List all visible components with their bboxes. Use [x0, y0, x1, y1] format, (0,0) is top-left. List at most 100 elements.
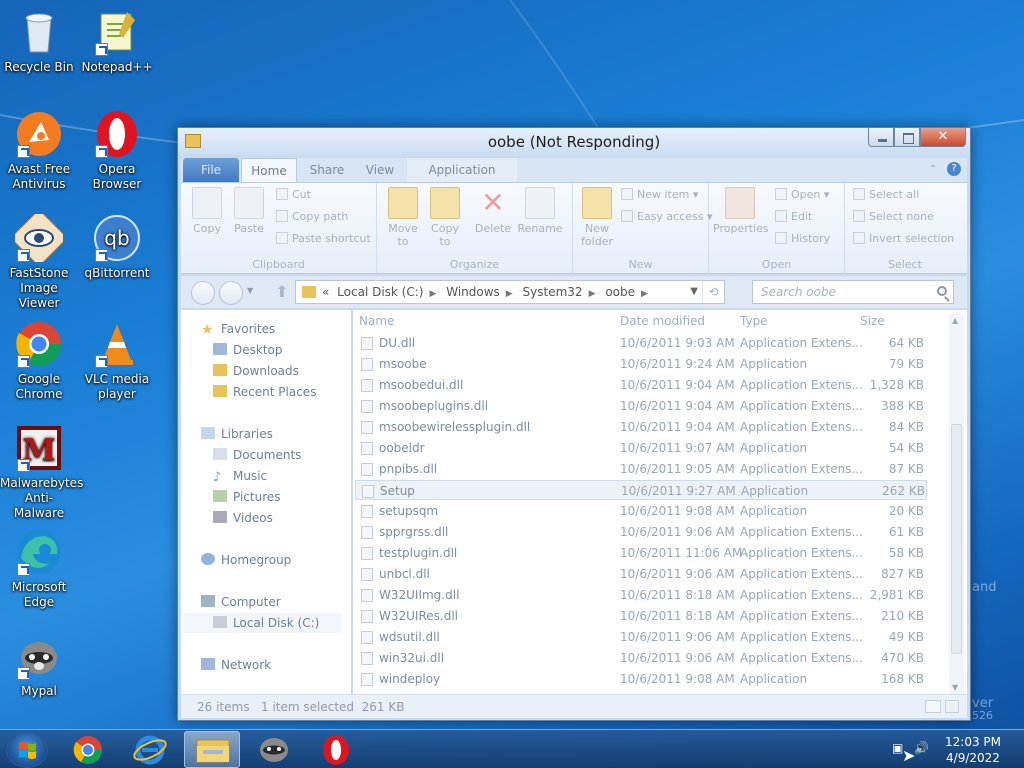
nav-music[interactable]: ♪ Music	[213, 466, 267, 486]
column-header-date[interactable]: Date modified	[620, 314, 705, 328]
file-row[interactable]: win32ui.dll 10/6/2011 9:06 AM Application …	[355, 648, 927, 668]
column-header-size[interactable]: Size	[860, 314, 885, 328]
nav-libraries[interactable]: Libraries	[201, 424, 273, 444]
desktop-icon-chrome[interactable]: Google Chrome	[0, 320, 78, 402]
nav-computer[interactable]: Computer	[201, 592, 281, 612]
minimize-button[interactable]	[868, 128, 894, 147]
nav-network[interactable]: Network	[201, 655, 271, 675]
desktop-icon-qbittorrent[interactable]: qb qBittorrent	[78, 214, 156, 281]
file-row[interactable]: windeploy 10/6/2011 9:08 AM Application 168…	[355, 669, 927, 689]
tab-home[interactable]: Home	[241, 158, 297, 182]
maximize-button[interactable]	[894, 128, 920, 147]
desktop-icon-faststone[interactable]: FastStone Image Viewer	[0, 209, 78, 311]
nav-recent-places[interactable]: Recent Places	[213, 382, 316, 402]
up-arrow-icon[interactable]: ⬆	[273, 282, 291, 302]
cut-button[interactable]: Cut	[276, 187, 311, 203]
file-row[interactable]: W32UIRes.dll 10/6/2011 8:18 AM Application…	[355, 606, 927, 626]
desktop-icon-avast[interactable]: Avast Free Antivirus	[0, 110, 78, 192]
file-row[interactable]: Setup 10/6/2011 9:27 AM Application 262 KB	[355, 480, 927, 500]
file-row[interactable]: oobeldr 10/6/2011 9:07 AM Application 54 KB	[355, 438, 927, 458]
desktop-icon-edge[interactable]: Microsoft Edge	[0, 528, 78, 610]
copy-to-button[interactable]: Copy to	[427, 187, 463, 248]
address-dropdown-icon[interactable]: ▼	[690, 281, 698, 303]
nav-documents[interactable]: Documents	[213, 445, 301, 465]
clock[interactable]: 12:03 PM 4/9/2022	[940, 734, 1006, 766]
select-all-button[interactable]: Select all	[853, 187, 919, 203]
nav-downloads[interactable]: Downloads	[213, 361, 299, 381]
column-header-type[interactable]: Type	[740, 314, 768, 328]
file-row[interactable]: DU.dll 10/6/2011 9:03 AM Application Exten…	[355, 333, 927, 353]
file-row[interactable]: msoobewirelessplugin.dll 10/6/2011 9:04 A…	[355, 417, 927, 437]
taskbar-mypal[interactable]	[246, 731, 302, 768]
start-button[interactable]	[6, 732, 48, 768]
file-row[interactable]: spprgrss.dll 10/6/2011 9:06 AM Application…	[355, 522, 927, 542]
file-row[interactable]: msoobe 10/6/2011 9:24 AM Application 79 KB	[355, 354, 927, 374]
paste-button[interactable]: Paste	[231, 187, 267, 235]
history-button[interactable]: History	[775, 231, 830, 247]
file-row[interactable]: msoobedui.dll 10/6/2011 9:04 AM Applicatio…	[355, 375, 927, 395]
desktop-icon-vlc[interactable]: VLC media player	[78, 320, 156, 402]
invert-selection-button[interactable]: Invert selection	[853, 231, 954, 247]
select-none-button[interactable]: Select none	[853, 209, 934, 225]
file-row[interactable]: setupsqm 10/6/2011 9:08 AM Application 20 K…	[355, 501, 927, 521]
properties-button[interactable]: Properties	[713, 187, 769, 235]
explorer-window[interactable]: oobe (Not Responding) ✕ File Home Share …	[177, 127, 971, 721]
open-button[interactable]: Open ▾	[775, 187, 829, 203]
new-folder-button[interactable]: New folder	[577, 187, 617, 248]
desktop-icon-mypal[interactable]: Mypal	[0, 632, 78, 699]
refresh-icon[interactable]: ⟲	[702, 281, 724, 303]
desktop-icon-malwarebytes[interactable]: M Malwarebytes Anti-Malware	[0, 424, 83, 521]
breadcrumb-system32[interactable]: System32	[523, 285, 583, 299]
desktop-icon-recycle-bin[interactable]: Recycle Bin	[0, 8, 78, 75]
file-row[interactable]: msoobeplugins.dll 10/6/2011 9:04 AM Applic…	[355, 396, 927, 416]
breadcrumb-oobe[interactable]: oobe	[605, 285, 635, 299]
nav-local-disk[interactable]: Local Disk (C:)	[183, 613, 341, 633]
tab-view[interactable]: View	[357, 158, 403, 182]
nav-favorites[interactable]: ★ Favorites	[201, 319, 275, 339]
copy-path-button[interactable]: Copy path	[276, 209, 348, 225]
edit-button[interactable]: Edit	[775, 209, 812, 225]
vertical-scrollbar[interactable]: ▲ ▼	[949, 314, 964, 694]
volume-icon[interactable]: 🔊	[914, 741, 930, 757]
nav-homegroup[interactable]: Homegroup	[201, 550, 291, 570]
help-icon[interactable]: ?	[947, 162, 961, 176]
taskbar-internet-explorer[interactable]	[122, 731, 178, 768]
nav-desktop[interactable]: Desktop	[213, 340, 283, 360]
details-view-icon[interactable]	[925, 700, 941, 713]
new-item-button[interactable]: New item ▾	[621, 187, 698, 203]
tab-application[interactable]: Application	[407, 158, 517, 182]
tab-file[interactable]: File	[183, 158, 239, 182]
close-button[interactable]: ✕	[920, 128, 966, 147]
large-icons-view-icon[interactable]	[945, 700, 959, 713]
search-input[interactable]: Search oobe	[752, 280, 954, 304]
back-button[interactable]	[191, 281, 215, 305]
recent-locations-icon[interactable]: ▼	[247, 286, 253, 295]
taskbar-opera[interactable]	[308, 731, 364, 768]
paste-shortcut-button[interactable]: Paste shortcut	[276, 231, 371, 247]
file-row[interactable]: pnpibs.dll 10/6/2011 9:05 AM Application E…	[355, 459, 927, 479]
nav-pictures[interactable]: Pictures	[213, 487, 281, 507]
nav-videos[interactable]: Videos	[213, 508, 273, 528]
file-row[interactable]: unbcl.dll 10/6/2011 9:06 AM Application Ex…	[355, 564, 927, 584]
rename-button[interactable]: Rename	[517, 187, 563, 235]
forward-button[interactable]	[219, 281, 243, 305]
breadcrumb-local-disk[interactable]: Local Disk (C:)	[337, 285, 423, 299]
breadcrumb-windows[interactable]: Windows	[446, 285, 500, 299]
file-row[interactable]: wdsutil.dll 10/6/2011 9:06 AM Application …	[355, 627, 927, 647]
taskbar-chrome[interactable]	[60, 731, 116, 768]
copy-button[interactable]: Copy	[189, 187, 225, 235]
address-bar[interactable]: « Local Disk (C:) ▶ Windows ▶ System32 ▶ oo…	[295, 280, 725, 304]
file-row[interactable]: testplugin.dll 10/6/2011 11:06 AM Applicat…	[355, 543, 927, 563]
column-header-name[interactable]: Name	[359, 314, 394, 328]
scrollbar-thumb[interactable]	[951, 424, 962, 654]
desktop-icon-opera[interactable]: Opera Browser	[78, 110, 156, 192]
easy-access-button[interactable]: Easy access ▾	[621, 209, 713, 225]
ribbon-collapse-icon[interactable]: ⌃	[929, 164, 939, 175]
move-to-button[interactable]: Move to	[385, 187, 421, 248]
title-bar[interactable]: oobe (Not Responding) ✕	[178, 128, 970, 156]
desktop-icon-notepadpp[interactable]: Notepad++	[78, 8, 156, 75]
taskbar-file-explorer[interactable]	[184, 731, 240, 768]
delete-button[interactable]: ✕ Delete	[473, 187, 513, 236]
file-row[interactable]: W32UIImg.dll 10/6/2011 8:18 AM Application…	[355, 585, 927, 605]
tab-share[interactable]: Share	[301, 158, 353, 182]
